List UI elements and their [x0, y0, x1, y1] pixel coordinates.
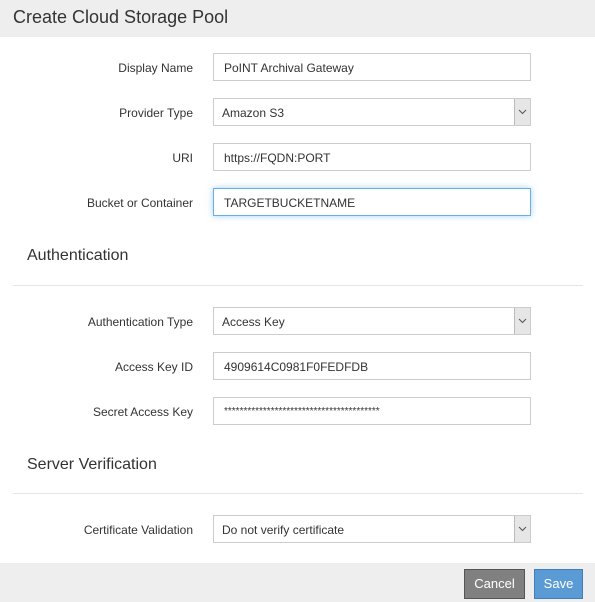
bucket-input[interactable]: TARGETBUCKETNAME	[213, 188, 531, 216]
display-name-input[interactable]: PoINT Archival Gateway	[213, 53, 531, 81]
cert-validation-select[interactable]: Do not verify certificate	[213, 515, 531, 543]
uri-input[interactable]: https://FQDN:PORT	[213, 143, 531, 171]
uri-value: https://FQDN:PORT	[224, 151, 331, 165]
display-name-label: Display Name	[118, 61, 193, 75]
access-key-id-input[interactable]: 4909614C0981F0FEDFDB	[213, 352, 531, 380]
bucket-label: Bucket or Container	[86, 196, 193, 210]
authentication-heading: Authentication	[27, 247, 129, 264]
server-verification-divider	[13, 493, 583, 494]
access-key-id-value: 4909614C0981F0FEDFDB	[224, 360, 369, 374]
cert-validation-value: Do not verify certificate	[222, 523, 345, 537]
provider-type-label: Provider Type	[119, 106, 193, 120]
provider-type-select[interactable]: Amazon S3	[213, 98, 531, 126]
provider-type-value: Amazon S3	[222, 106, 285, 120]
chevron-down-icon[interactable]	[514, 516, 530, 542]
auth-type-select[interactable]: Access Key	[213, 307, 531, 335]
secret-access-key-label: Secret Access Key	[92, 405, 193, 419]
bucket-value: TARGETBUCKETNAME	[224, 196, 356, 210]
access-key-id-label: Access Key ID	[114, 360, 193, 374]
server-verification-heading: Server Verification	[27, 456, 157, 473]
cert-validation-label: Certificate Validation	[83, 523, 193, 537]
cancel-button[interactable]: Cancel	[464, 569, 525, 599]
secret-access-key-value: ****************************************	[224, 406, 380, 417]
dialog-footer: Cancel Save	[0, 563, 595, 602]
chevron-down-icon[interactable]	[514, 308, 530, 334]
auth-type-label: Authentication Type	[87, 315, 193, 329]
save-button[interactable]: Save	[534, 569, 583, 599]
display-name-value: PoINT Archival Gateway	[224, 61, 354, 75]
chevron-down-icon[interactable]	[514, 99, 530, 125]
authentication-divider	[13, 285, 583, 286]
secret-access-key-input[interactable]: ****************************************	[213, 397, 531, 425]
dialog-header: Create Cloud Storage Pool	[0, 0, 595, 37]
auth-type-value: Access Key	[222, 315, 285, 329]
dialog-title: Create Cloud Storage Pool	[13, 7, 229, 27]
uri-label: URI	[172, 151, 193, 165]
